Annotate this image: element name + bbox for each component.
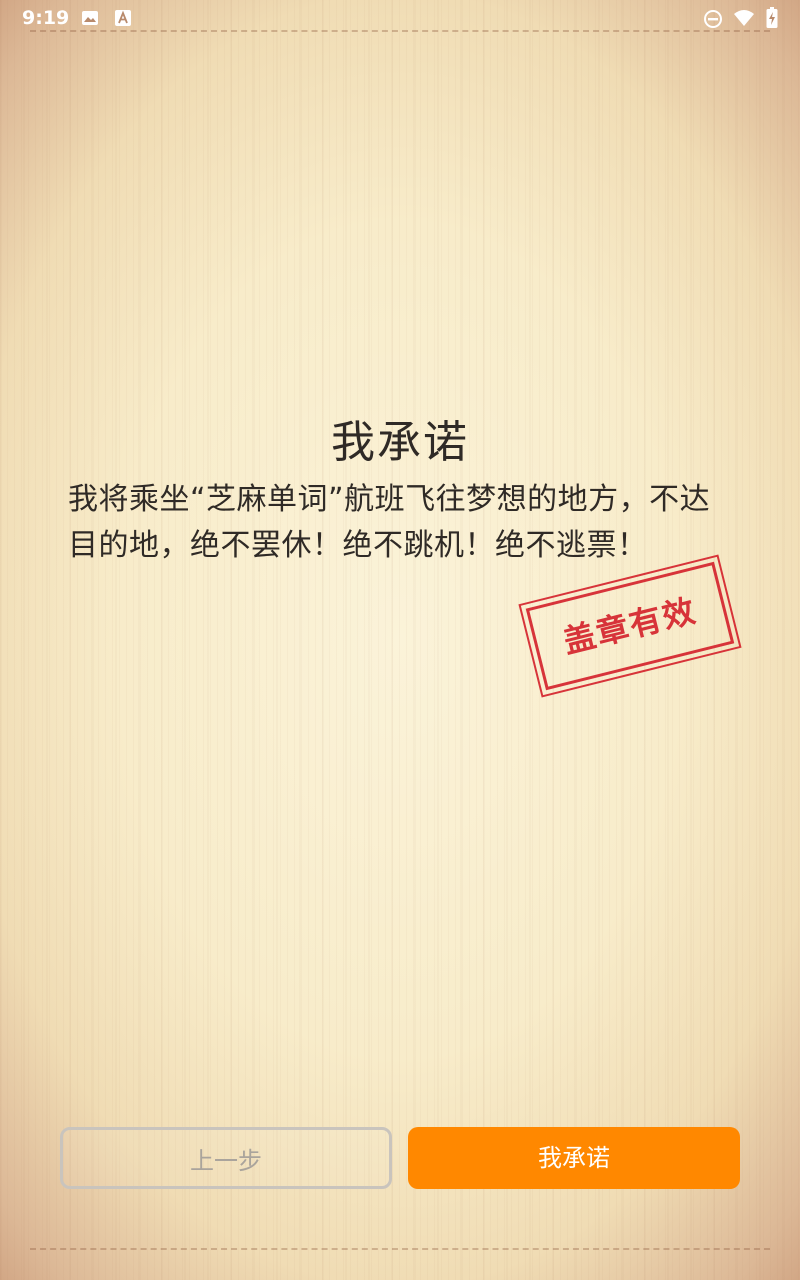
status-bar: 9:19 [0, 0, 800, 36]
font-a-icon [114, 9, 132, 27]
pledge-text: 我将乘坐“芝麻单词”航班飞往梦想的地方，不达目的地，绝不罢休！绝不跳机！绝不逃票… [68, 482, 711, 563]
battery-charging-icon [766, 7, 778, 29]
status-time: 9:19 [22, 7, 70, 29]
image-icon [81, 9, 99, 27]
previous-step-button[interactable]: 上一步 [60, 1127, 392, 1189]
do-not-disturb-icon [703, 9, 722, 28]
bottom-stitch-border [30, 1248, 770, 1250]
promise-button[interactable]: 我承诺 [408, 1127, 740, 1189]
wifi-icon [733, 9, 755, 27]
pledge-title: 我承诺 [331, 417, 469, 468]
